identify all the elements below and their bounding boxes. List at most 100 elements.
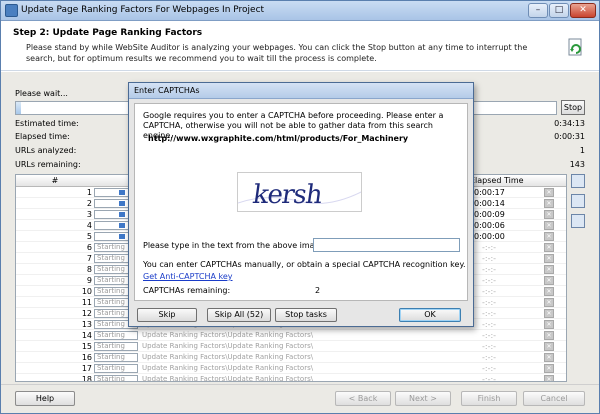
window-title: Update Page Ranking Factors For Webpages… [21,5,265,15]
help-button[interactable]: Help [15,391,75,406]
minimize-button[interactable]: – [528,3,548,18]
row-remove-icon[interactable]: ✕ [544,298,554,307]
row-progress-fill [119,223,125,228]
row-task: Update Ranking Factors\Update Ranking Fa… [142,331,314,339]
row-number: 12 [81,309,92,318]
title-bar: Update Page Ranking Factors For Webpages… [1,1,599,21]
elapsed-time-value: 0:00:31 [554,132,585,141]
row-status: Starting [97,287,125,295]
close-button[interactable]: ✕ [570,3,596,18]
app-icon [5,4,18,17]
row-status: Starting [97,364,125,372]
row-task: Update Ranking Factors\Update Ranking Fa… [142,364,314,372]
row-elapsed: 0:00:17 [474,188,505,197]
table-view-icon[interactable] [571,174,585,188]
row-status: Starting [97,276,125,284]
row-number: 5 [86,232,92,241]
row-number: 10 [81,287,92,296]
row-task: Update Ranking Factors\Update Ranking Fa… [142,342,314,350]
captcha-dialog: Enter CAPTCHAs Google requires you to en… [128,82,474,327]
finish-button[interactable]: Finish [461,391,517,406]
document-icon[interactable] [571,214,585,228]
row-elapsed: -:-:- [482,298,497,307]
row-number: 4 [86,221,92,230]
progress-label: Please wait... [15,89,68,98]
row-elapsed: -:-:- [482,320,497,329]
row-remove-icon[interactable]: ✕ [544,276,554,285]
row-number: 2 [86,199,92,208]
ok-button[interactable]: OK [399,308,461,322]
column-header-number[interactable]: # [16,176,94,185]
side-toolbar [571,174,587,234]
row-elapsed: 0:00:14 [474,199,505,208]
row-remove-icon[interactable]: ✕ [544,375,554,381]
row-status: Starting [97,353,125,361]
row-number: 6 [86,243,92,252]
row-remove-icon[interactable]: ✕ [544,265,554,274]
stop-tasks-button[interactable]: Stop tasks [275,308,337,322]
row-remove-icon[interactable]: ✕ [544,320,554,329]
row-number: 14 [81,331,92,340]
row-elapsed: -:-:- [482,375,497,382]
urls-analyzed-value: 1 [579,146,585,155]
row-remove-icon[interactable]: ✕ [544,243,554,252]
maximize-button[interactable]: □ [549,3,569,18]
next-button[interactable]: Next > [395,391,451,406]
anti-captcha-link[interactable]: Get Anti-CAPTCHA key [143,272,233,281]
skip-button[interactable]: Skip [137,308,197,322]
row-remove-icon[interactable]: ✕ [544,188,554,197]
row-remove-icon[interactable]: ✕ [544,309,554,318]
skip-all-button[interactable]: Skip All (52) [207,308,271,322]
table-row[interactable]: 15 Starting Update Ranking Factors\Update … [16,341,566,352]
wizard-header: Step 2: Update Page Ranking Factors Plea… [1,21,599,71]
back-button[interactable]: < Back [335,391,391,406]
row-status: Starting [97,298,125,306]
table-row[interactable]: 14 Starting Update Ranking Factors\Update … [16,330,566,341]
row-elapsed: -:-:- [482,331,497,340]
row-status: Starting [97,243,125,251]
row-remove-icon[interactable]: ✕ [544,232,554,241]
urls-remaining-value: 143 [569,160,585,169]
row-progress-fill [119,212,125,217]
row-remove-icon[interactable]: ✕ [544,199,554,208]
captchas-remaining-label: CAPTCHAs remaining: [143,286,231,295]
row-elapsed: -:-:- [482,364,497,373]
row-remove-icon[interactable]: ✕ [544,287,554,296]
captcha-image: kersh [237,172,362,212]
row-remove-icon[interactable]: ✕ [544,221,554,230]
row-remove-icon[interactable]: ✕ [544,353,554,362]
row-remove-icon[interactable]: ✕ [544,364,554,373]
settings-icon[interactable] [571,194,585,208]
urls-remaining-label: URLs remaining: [15,160,81,169]
progress-bar-fill [16,102,22,114]
column-header-elapsed[interactable]: Elapsed Time [470,176,524,185]
captcha-input[interactable] [313,238,460,252]
row-remove-icon[interactable]: ✕ [544,342,554,351]
row-remove-icon[interactable]: ✕ [544,254,554,263]
estimated-time-value: 0:34:13 [554,119,585,128]
row-remove-icon[interactable]: ✕ [544,210,554,219]
row-elapsed: 0:00:00 [474,232,505,241]
elapsed-time-label: Elapsed time: [15,132,70,141]
row-number: 13 [81,320,92,329]
row-elapsed: -:-:- [482,254,497,263]
captchas-remaining-value: 2 [315,286,321,295]
row-elapsed: -:-:- [482,353,497,362]
row-progress: Starting [94,331,138,340]
row-number: 18 [81,375,92,382]
row-remove-icon[interactable]: ✕ [544,331,554,340]
table-row[interactable]: 17 Starting Update Ranking Factors\Update … [16,363,566,374]
wizard-footer: Help < Back Next > Finish Cancel [1,384,599,413]
row-progress-fill [119,234,125,239]
row-elapsed: -:-:- [482,287,497,296]
table-row[interactable]: 18 Starting Update Ranking Factors\Update … [16,374,566,382]
captcha-prompt: Please type in the text from the above i… [143,241,328,250]
captcha-picture: kersh [238,180,361,210]
row-number: 11 [81,298,92,307]
stop-button[interactable]: Stop [561,100,585,115]
urls-analyzed-label: URLs analyzed: [15,146,77,155]
table-row[interactable]: 16 Starting Update Ranking Factors\Update … [16,352,566,363]
row-elapsed: -:-:- [482,265,497,274]
cancel-button[interactable]: Cancel [523,391,585,406]
row-elapsed: 0:00:06 [474,221,505,230]
